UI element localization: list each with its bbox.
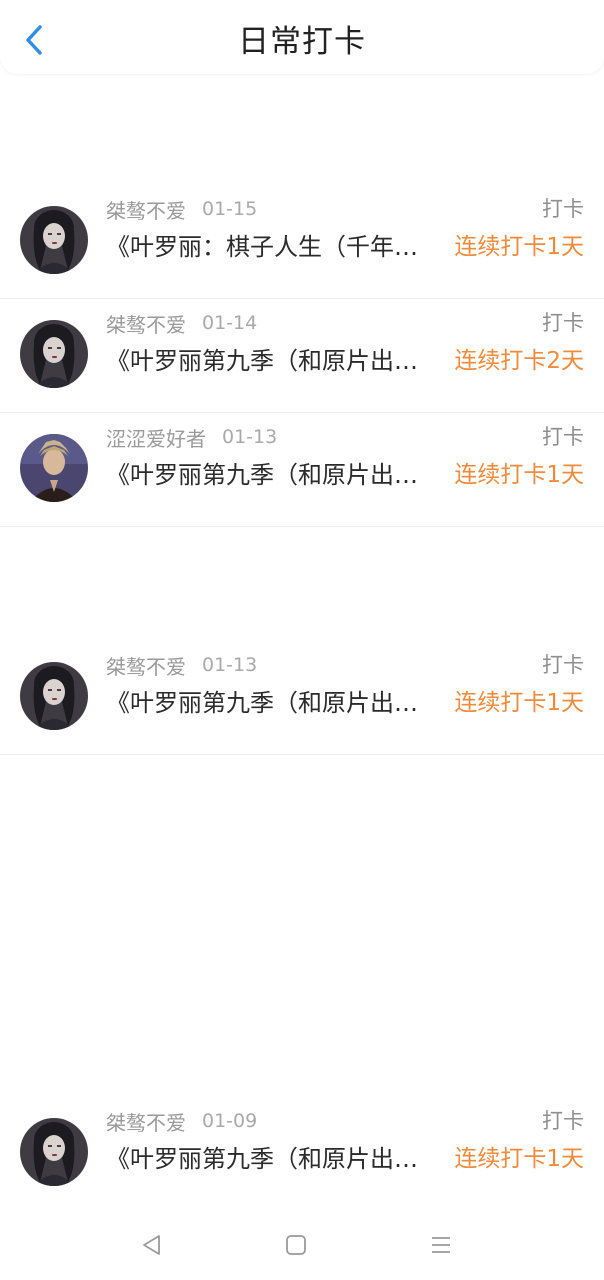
streak-label: 连续打卡2天 [454,348,584,374]
system-home-button[interactable] [279,1228,313,1262]
streak-label: 连续打卡1天 [454,462,584,488]
checkin-row[interactable]: 桀骜不爱 01-15 打卡 《叶罗丽：棋子人生（千年… 连续打卡1天 [0,186,604,299]
three-lines-menu-icon [432,1237,450,1253]
user-name[interactable]: 桀骜不爱 [106,195,186,224]
entry-date: 01-15 [202,198,258,220]
app-screen: 日常打卡 桀骜不爱 01-15 打卡 《叶罗丽：棋子人生（千年… 连续打卡1天 [0,0,604,1280]
system-nav-bar [0,1210,604,1280]
system-menu-button[interactable] [424,1228,458,1262]
book-title[interactable]: 《叶罗丽第九季（和原片出… [106,1142,440,1176]
page-title: 日常打卡 [238,24,366,60]
avatar[interactable] [20,434,88,502]
entry-type-label: 打卡 [542,1109,584,1133]
book-title[interactable]: 《叶罗丽第九季（和原片出… [106,686,440,720]
user-name[interactable]: 涩涩爱好者 [106,423,206,452]
triangle-back-icon [143,1235,160,1255]
square-home-icon [286,1235,306,1255]
gothic-girl-avatar [20,206,88,274]
book-title[interactable]: 《叶罗丽：棋子人生（千年… [106,230,440,264]
book-title[interactable]: 《叶罗丽第九季（和原片出… [106,458,440,492]
system-back-button[interactable] [135,1228,169,1262]
entry-date: 01-13 [222,426,278,448]
entry-meta: 桀骜不爱 01-13 [106,650,257,680]
header-bar: 日常打卡 [0,0,604,74]
checkin-row[interactable]: 桀骜不爱 01-09 打卡 《叶罗丽第九季（和原片出… 连续打卡1天 [0,1098,604,1210]
gothic-girl-avatar [20,320,88,388]
user-name[interactable]: 桀骜不爱 [106,309,186,338]
streak-label: 连续打卡1天 [454,690,584,716]
entry-meta: 涩涩爱好者 01-13 [106,422,277,452]
book-title[interactable]: 《叶罗丽第九季（和原片出… [106,344,440,378]
checkin-row[interactable]: 涩涩爱好者 01-13 打卡 《叶罗丽第九季（和原片出… 连续打卡1天 [0,414,604,527]
checkin-row[interactable]: 桀骜不爱 01-13 打卡 《叶罗丽第九季（和原片出… 连续打卡1天 [0,642,604,755]
entry-meta: 桀骜不爱 01-14 [106,308,257,338]
entry-date: 01-13 [202,654,258,676]
avatar[interactable] [20,662,88,730]
entry-date: 01-14 [202,312,258,334]
entry-date: 01-09 [202,1110,258,1132]
blond-man-avatar [20,434,88,502]
checkin-row[interactable]: 桀骜不爱 01-14 打卡 《叶罗丽第九季（和原片出… 连续打卡2天 [0,300,604,413]
gothic-girl-avatar [20,662,88,730]
entry-meta: 桀骜不爱 01-09 [106,1106,257,1136]
user-name[interactable]: 桀骜不爱 [106,1107,186,1136]
avatar[interactable] [20,206,88,274]
streak-label: 连续打卡1天 [454,1146,584,1172]
avatar[interactable] [20,320,88,388]
user-name[interactable]: 桀骜不爱 [106,651,186,680]
entry-type-label: 打卡 [542,197,584,221]
gothic-girl-avatar [20,1118,88,1186]
streak-label: 连续打卡1天 [454,234,584,260]
entry-type-label: 打卡 [542,653,584,677]
entry-meta: 桀骜不爱 01-15 [106,194,257,224]
entry-type-label: 打卡 [542,425,584,449]
entry-type-label: 打卡 [542,311,584,335]
avatar[interactable] [20,1118,88,1186]
